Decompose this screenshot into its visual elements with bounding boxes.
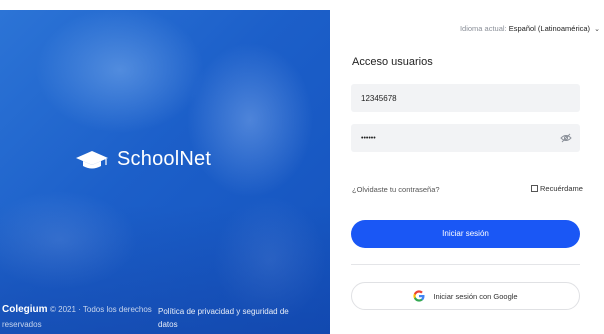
hero-shade <box>0 10 330 334</box>
language-prefix: Idioma actual: <box>459 24 507 33</box>
top-strip <box>0 0 604 10</box>
google-login-button[interactable]: Iniciar sesión con Google <box>351 282 580 310</box>
brand-name: SchoolNet <box>117 148 212 170</box>
privacy-policy-link[interactable]: Política de privacidad y seguridad de da… <box>158 305 298 331</box>
password-field[interactable]: •••••• <box>351 124 580 152</box>
password-value: •••••• <box>361 135 376 142</box>
eye-slash-icon[interactable] <box>560 132 572 144</box>
brand: SchoolNet <box>75 148 211 171</box>
username-value: 12345678 <box>361 94 397 103</box>
remember-checkbox[interactable] <box>531 185 538 192</box>
footer-logo: Colegium <box>2 304 48 315</box>
remember-label: Recuérdame <box>540 184 583 193</box>
hero-panel: SchoolNet Colegium © 2021 · Todos los de… <box>0 10 330 334</box>
username-field[interactable]: 12345678 <box>351 84 580 112</box>
language-selector[interactable]: Idioma actual: Español (Latinoamérica) ⌄ <box>460 24 600 33</box>
footer-copyright-cont: reservados <box>2 320 42 329</box>
page-title: Acceso usuarios <box>352 56 433 68</box>
forgot-password-link[interactable]: ¿Olvidaste tu contraseña? <box>352 185 440 194</box>
graduation-cap-icon <box>76 150 108 168</box>
chevron-down-icon: ⌄ <box>594 26 600 33</box>
google-icon <box>413 290 425 302</box>
login-button[interactable]: Iniciar sesión <box>351 220 580 248</box>
footer-copyright: © 2021 · Todos los derechos <box>50 305 152 314</box>
language-value: Español (Latinoamérica) <box>508 24 591 33</box>
remember-me[interactable]: Recuérdame <box>531 184 583 193</box>
hero-footer: Colegium © 2021 · Todos los derechos res… <box>0 290 330 334</box>
google-login-label: Iniciar sesión con Google <box>433 291 518 301</box>
divider <box>351 264 580 265</box>
